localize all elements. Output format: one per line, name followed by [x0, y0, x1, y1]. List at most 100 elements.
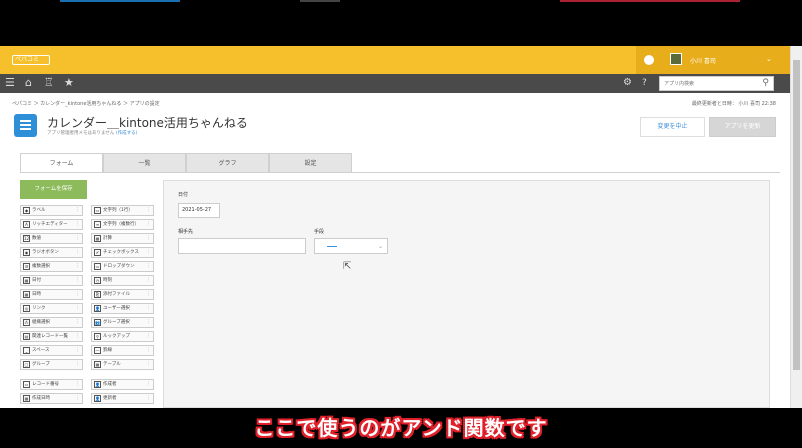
last-updated: 最終更新者と日時： 小川 喜司 22:38: [691, 101, 776, 107]
help-icon[interactable]: ?: [642, 77, 647, 89]
palette-field-right-1[interactable]: ≡ 文字列（複数行） ⋮: [91, 219, 154, 230]
drag-handle-icon[interactable]: ⋮: [75, 234, 80, 243]
scrollbar-thumb[interactable]: [793, 60, 800, 370]
drag-handle-icon[interactable]: ⋮: [75, 206, 80, 215]
notification-icon[interactable]: [644, 55, 654, 65]
method-dropdown[interactable]: ⌄: [314, 238, 388, 254]
top-edge-strip: [60, 0, 180, 2]
palette-field-right-12[interactable]: 👤 作成者 ⋮: [91, 379, 154, 390]
palette-field-left-13[interactable]: ▦ 作成日時 ⋮: [20, 393, 83, 404]
update-app-button[interactable]: アプリを更新: [709, 117, 776, 137]
field-type-icon: ◷: [94, 277, 101, 284]
date-field[interactable]: 2021-05-27: [178, 203, 220, 218]
drag-handle-icon[interactable]: ⋮: [75, 248, 80, 257]
drag-handle-icon[interactable]: ⋮: [146, 346, 151, 355]
palette-field-label: ルックアップ: [103, 334, 130, 339]
drag-handle-icon[interactable]: ⋮: [146, 262, 151, 271]
drag-handle-icon[interactable]: ⋮: [146, 360, 151, 369]
create-memo-link[interactable]: (作成する): [116, 131, 138, 136]
drag-handle-icon[interactable]: ⋮: [146, 206, 151, 215]
palette-field-right-11[interactable]: ▦ テーブル ⋮: [91, 359, 154, 370]
palette-field-left-0[interactable]: ◆ ラベル ⋮: [20, 205, 83, 216]
palette-field-left-2[interactable]: 12 数値 ⋮: [20, 233, 83, 244]
drag-handle-icon[interactable]: ⋮: [75, 380, 80, 389]
field-type-icon: ▭: [94, 263, 101, 270]
palette-field-right-4[interactable]: ▭ ドロップダウン ⋮: [91, 261, 154, 272]
palette-field-right-13[interactable]: 👤 更新者 ⋮: [91, 393, 154, 404]
drag-handle-icon[interactable]: ⋮: [75, 332, 80, 341]
palette-field-right-10[interactable]: — 罫線 ⋮: [91, 345, 154, 356]
save-form-button[interactable]: フォームを保存: [20, 180, 87, 199]
video-top-black-bar: [0, 0, 802, 46]
user-menu[interactable]: 小川 喜司 ⌄: [636, 46, 790, 74]
chevron-down-icon[interactable]: ⌄: [766, 55, 772, 63]
drag-handle-icon[interactable]: ⋮: [146, 276, 151, 285]
avatar: [670, 53, 682, 65]
bell-icon[interactable]: ♖: [44, 77, 54, 89]
palette-field-label: 組織選択: [32, 320, 50, 325]
partner-field-label: 相手先: [178, 229, 194, 235]
tab-list[interactable]: 一覧: [103, 153, 186, 173]
palette-field-right-9[interactable]: ⚲ ルックアップ ⋮: [91, 331, 154, 342]
drag-handle-icon[interactable]: ⋮: [75, 290, 80, 299]
tab-graph[interactable]: グラフ: [186, 153, 269, 173]
top-edge-strip: [300, 0, 340, 2]
drag-handle-icon[interactable]: ⋮: [75, 220, 80, 229]
palette-field-left-1[interactable]: A リッチエディター ⋮: [20, 219, 83, 230]
drag-handle-icon[interactable]: ⋮: [146, 220, 151, 229]
palette-field-left-8[interactable]: ⁂ 組織選択 ⋮: [20, 317, 83, 328]
palette-field-right-2[interactable]: ▦ 計算 ⋮: [91, 233, 154, 244]
palette-field-right-6[interactable]: ⎘ 添付ファイル ⋮: [91, 289, 154, 300]
drag-handle-icon[interactable]: ⋮: [75, 360, 80, 369]
palette-field-right-7[interactable]: 👤 ユーザー選択 ⋮: [91, 303, 154, 314]
drag-handle-icon[interactable]: ⋮: [146, 248, 151, 257]
palette-field-left-6[interactable]: ▦ 日時 ⋮: [20, 289, 83, 300]
drag-handle-icon[interactable]: ⋮: [75, 276, 80, 285]
tab-form[interactable]: フォーム: [20, 153, 103, 173]
tab-settings[interactable]: 設定: [269, 153, 352, 173]
palette-field-right-0[interactable]: ▭ 文字列（1行） ⋮: [91, 205, 154, 216]
palette-field-right-5[interactable]: ◷ 時刻 ⋮: [91, 275, 154, 286]
palette-field-label: 計算: [103, 236, 112, 241]
field-type-icon: ⚲: [94, 333, 101, 340]
palette-field-left-4[interactable]: ☰ 複数選択 ⋮: [20, 261, 83, 272]
vertical-scrollbar[interactable]: [790, 46, 802, 408]
drag-handle-icon[interactable]: ⋮: [75, 262, 80, 271]
palette-field-label: 数値: [32, 236, 41, 241]
palette-field-left-10[interactable]: ⎵ スペース ⋮: [20, 345, 83, 356]
company-logo[interactable]: ペパコミ: [12, 55, 50, 65]
palette-field-left-11[interactable]: ▢ グループ ⋮: [20, 359, 83, 370]
palette-field-left-12[interactable]: ▭ レコード番号 ⋮: [20, 379, 83, 390]
drag-handle-icon[interactable]: ⋮: [75, 304, 80, 313]
drag-handle-icon[interactable]: ⋮: [146, 290, 151, 299]
search-input[interactable]: [660, 77, 755, 90]
star-icon[interactable]: ★: [64, 77, 74, 89]
palette-field-left-3[interactable]: ◉ ラジオボタン ⋮: [20, 247, 83, 258]
gear-icon[interactable]: ⚙: [623, 77, 632, 89]
drag-handle-icon[interactable]: ⋮: [146, 394, 151, 403]
drag-handle-icon[interactable]: ⋮: [146, 332, 151, 341]
drag-handle-icon[interactable]: ⋮: [75, 346, 80, 355]
drag-handle-icon[interactable]: ⋮: [146, 304, 151, 313]
partner-field[interactable]: [178, 238, 306, 254]
breadcrumb[interactable]: ペパコミ ＞ カレンダー_kintone活用ちゃんねる ＞ アプリの設定: [12, 100, 160, 107]
field-type-icon: —: [94, 347, 101, 354]
palette-field-left-5[interactable]: ▦ 日付 ⋮: [20, 275, 83, 286]
palette-field-right-8[interactable]: 👥 グループ選択 ⋮: [91, 317, 154, 328]
home-icon[interactable]: ⌂: [25, 77, 32, 89]
cancel-changes-button[interactable]: 変更を中止: [640, 117, 705, 137]
drag-handle-icon[interactable]: ⋮: [146, 380, 151, 389]
palette-field-label: スペース: [32, 348, 50, 353]
drag-handle-icon[interactable]: ⋮: [146, 318, 151, 327]
drag-handle-icon[interactable]: ⋮: [146, 234, 151, 243]
form-canvas: 日付 2021-05-27 相手先 手段 ⌄: [163, 180, 770, 408]
drag-handle-icon[interactable]: ⋮: [75, 394, 80, 403]
palette-field-left-7[interactable]: ◎ リンク ⋮: [20, 303, 83, 314]
drag-handle-icon[interactable]: ⋮: [75, 318, 80, 327]
palette-field-left-9[interactable]: ▤ 関連レコード一覧 ⋮: [20, 331, 83, 342]
search-icon[interactable]: ⚲: [762, 78, 769, 88]
field-palette: フォームを保存 ◆ ラベル ⋮ A リッチエディター ⋮ 12 数値 ⋮ ◉ ラジオボタン ⋮ ☰ 複数選…: [20, 180, 154, 410]
menu-icon[interactable]: ☰: [5, 77, 15, 89]
chevron-down-icon: ⌄: [377, 243, 383, 250]
palette-field-right-3[interactable]: ✔ チェックボックス ⋮: [91, 247, 154, 258]
